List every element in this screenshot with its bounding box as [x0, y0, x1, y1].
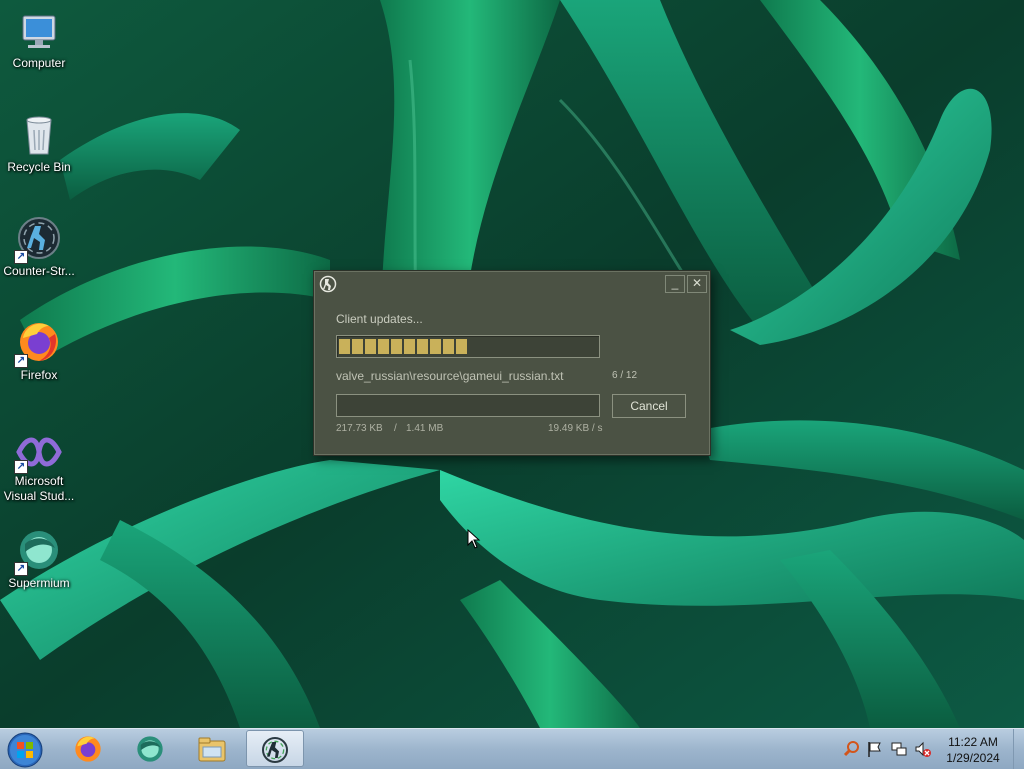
clock[interactable]: 11:22 AM 1/29/2024	[938, 734, 1008, 766]
volume-muted-icon[interactable]	[914, 740, 932, 758]
desktop-icon-label: Computer	[12, 56, 66, 70]
minimize-button[interactable]: _	[665, 275, 685, 293]
taskbar-counter-strike[interactable]	[246, 730, 304, 767]
search-icon[interactable]	[843, 740, 861, 758]
desktop-icon-visual-studio[interactable]: ↗ Microsoft Visual Stud...	[0, 432, 78, 504]
progress-segment	[339, 339, 350, 354]
desktop-icon-computer[interactable]: Computer	[0, 10, 78, 71]
progress-segment	[391, 339, 402, 354]
steam-logo-icon	[319, 275, 337, 293]
shortcut-arrow-icon: ↗	[14, 354, 28, 368]
current-file-path: valve_russian\resource\gameui_russian.tx…	[336, 369, 564, 383]
taskbar-file-explorer[interactable]	[184, 730, 240, 767]
supermium-icon	[137, 736, 163, 762]
update-dialog: _ ✕ Client updates... valve_russian\reso…	[313, 270, 711, 456]
progress-fill	[339, 339, 467, 354]
total-size: 1.41 MB	[406, 423, 444, 434]
file-explorer-icon	[198, 737, 226, 762]
progress-segment	[404, 339, 415, 354]
progress-segment	[430, 339, 441, 354]
recycle-bin-icon	[26, 116, 52, 155]
desktop-icon-firefox[interactable]: ↗ Firefox	[0, 318, 78, 383]
file-count: 6 / 12	[612, 370, 638, 381]
downloaded-size: 217.73 KB	[336, 423, 383, 434]
shortcut-arrow-icon: ↗	[14, 250, 28, 264]
desktop-icon-label: Supermium	[8, 576, 70, 590]
start-button[interactable]	[6, 731, 44, 769]
progress-segment	[443, 339, 454, 354]
clock-date: 1/29/2024	[946, 751, 1000, 765]
desktop-icon-label: Recycle Bin	[7, 160, 71, 174]
counter-strike-icon	[262, 737, 288, 763]
desktop-icon-label: Firefox	[20, 368, 58, 382]
file-progress-bar	[336, 394, 600, 417]
taskbar-firefox[interactable]	[60, 730, 116, 767]
clock-time: 11:22 AM	[948, 735, 998, 749]
progress-segment	[365, 339, 376, 354]
desktop-icon-counter-strike[interactable]: ↗ Counter-Str...	[0, 214, 78, 279]
close-button[interactable]: ✕	[687, 275, 707, 293]
progress-segment	[417, 339, 428, 354]
shortcut-arrow-icon: ↗	[14, 562, 28, 576]
desktop-icon-supermium[interactable]: ↗ Supermium	[0, 526, 78, 591]
network-icon[interactable]	[890, 740, 908, 758]
download-speed: 19.49 KB / s	[548, 423, 603, 434]
desktop-icon-label: Microsoft Visual Stud...	[3, 474, 75, 503]
mouse-cursor-icon	[467, 529, 481, 549]
progress-segment	[456, 339, 467, 354]
progress-segment	[378, 339, 389, 354]
overall-progress-bar	[336, 335, 600, 358]
show-desktop-button[interactable]	[1013, 729, 1024, 769]
shortcut-arrow-icon: ↗	[14, 460, 28, 474]
dialog-titlebar[interactable]: _ ✕	[314, 271, 710, 297]
taskbar: 11:22 AM 1/29/2024	[0, 728, 1024, 769]
size-separator: /	[394, 423, 397, 434]
desktop-icon-recycle-bin[interactable]: Recycle Bin	[0, 110, 78, 175]
cancel-button[interactable]: Cancel	[612, 394, 686, 418]
flag-icon[interactable]	[866, 740, 884, 758]
desktop-icon-label: Counter-Str...	[3, 264, 75, 278]
progress-segment	[352, 339, 363, 354]
firefox-icon	[75, 736, 101, 762]
taskbar-supermium[interactable]	[122, 730, 178, 767]
computer-icon	[22, 15, 56, 48]
status-text: Client updates...	[336, 312, 423, 326]
